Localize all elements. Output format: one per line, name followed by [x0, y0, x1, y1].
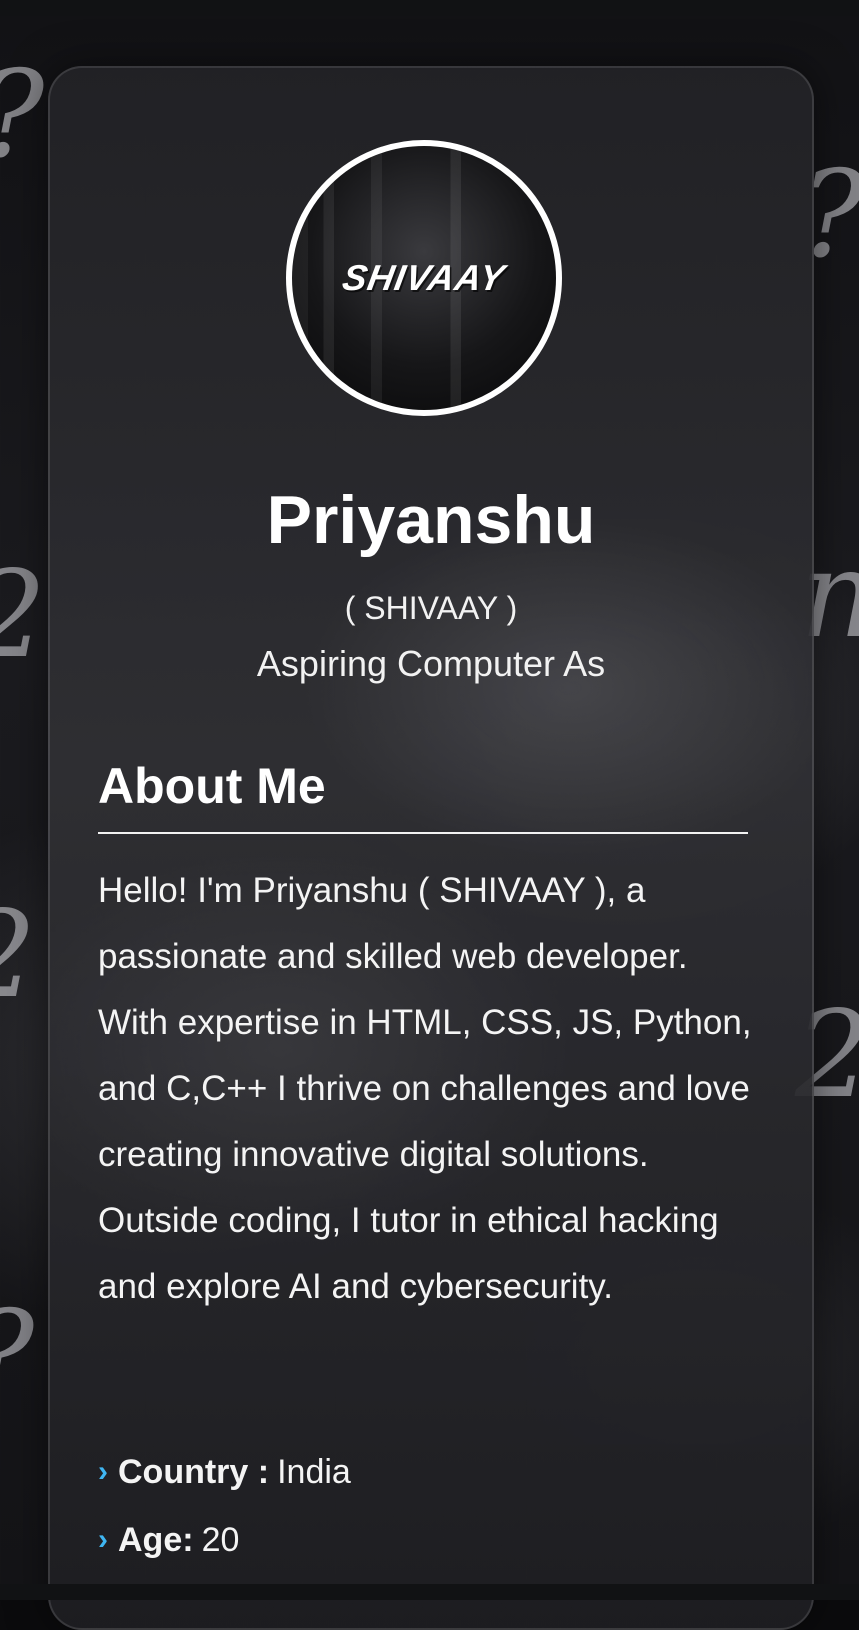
- info-label: Country :: [118, 1452, 270, 1491]
- about-paragraph: Hello! I'm Priyanshu ( SHIVAAY ), a pass…: [98, 871, 752, 1306]
- profile-card: SHIVAAY Priyanshu ( SHIVAAY ) Aspiring C…: [48, 66, 814, 1630]
- profile-tagline: Aspiring Computer As: [256, 643, 606, 684]
- status-bar: [0, 0, 859, 16]
- background-decoration: 2: [0, 556, 46, 676]
- profile-name: Priyanshu: [266, 482, 596, 558]
- info-list: › Country : India › Age: 20: [98, 1438, 351, 1574]
- chevron-right-icon: ›: [98, 1523, 108, 1556]
- navigation-bar: [0, 1584, 859, 1600]
- avatar: SHIVAAY: [286, 140, 562, 416]
- background-decoration: 2: [0, 896, 36, 1016]
- info-label: Age:: [118, 1520, 194, 1559]
- background-decoration: ?: [0, 1296, 34, 1416]
- info-item-country: › Country : India: [98, 1438, 351, 1506]
- avatar-logo: SHIVAAY: [339, 257, 509, 298]
- about-divider: [98, 832, 748, 834]
- info-value: 20: [201, 1520, 240, 1559]
- about-heading: About Me: [98, 758, 326, 814]
- profile-alias: ( SHIVAAY ): [344, 590, 518, 626]
- info-item-age: › Age: 20: [98, 1506, 351, 1574]
- chevron-right-icon: ›: [98, 1455, 108, 1488]
- info-value: India: [277, 1452, 351, 1491]
- background-decoration: ?: [0, 56, 44, 176]
